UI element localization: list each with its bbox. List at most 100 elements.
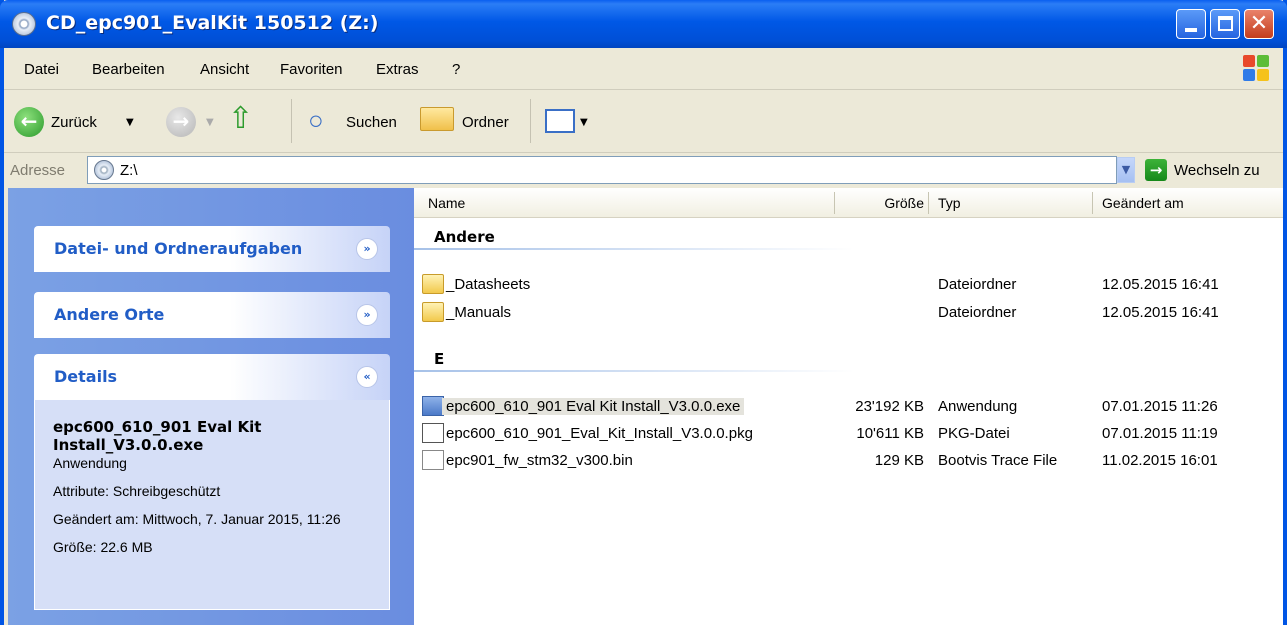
pkg-file-icon (422, 423, 444, 443)
menu-bar: Datei Bearbeiten Ansicht Favoriten Extra… (4, 48, 1283, 90)
file-list: Name Größe Typ Geändert am Andere _Datas… (414, 188, 1283, 625)
menu-datei[interactable]: Datei (24, 61, 59, 78)
back-button[interactable]: ← (14, 107, 44, 137)
views-dropdown-icon[interactable]: ▼ (580, 117, 588, 128)
item-date: 12.05.2015 16:41 (1102, 276, 1219, 293)
group-divider (414, 370, 854, 372)
menu-extras[interactable]: Extras (376, 61, 419, 78)
item-date: 07.01.2015 11:19 (1102, 425, 1218, 442)
forward-button[interactable]: → (166, 107, 196, 137)
menu-ansicht[interactable]: Ansicht (200, 61, 249, 78)
folders-icon[interactable] (420, 107, 454, 131)
column-separator[interactable] (928, 192, 929, 214)
group-header[interactable]: Andere (434, 228, 495, 246)
explorer-window: CD_epc901_EvalKit 150512 (Z:) ✕ Datei Be… (0, 0, 1287, 625)
group-divider (414, 248, 854, 250)
expand-chevron-icon[interactable]: » (356, 238, 378, 260)
item-date: 07.01.2015 11:26 (1102, 398, 1218, 415)
trace-file-icon (422, 450, 444, 470)
collapse-chevron-icon[interactable]: « (356, 366, 378, 388)
item-type: Dateiordner (938, 304, 1017, 321)
item-type: Anwendung (938, 398, 1018, 415)
up-folder-icon[interactable]: ⇧ (228, 101, 253, 136)
column-modified[interactable]: Geändert am (1102, 195, 1184, 211)
window-title: CD_epc901_EvalKit 150512 (Z:) (46, 12, 379, 34)
close-button[interactable]: ✕ (1244, 9, 1274, 39)
menu-bearbeiten[interactable]: Bearbeiten (92, 61, 165, 78)
go-arrow-icon[interactable]: → (1145, 159, 1167, 181)
panel-other-places[interactable]: Andere Orte » (34, 292, 390, 338)
maximize-icon (1218, 16, 1233, 31)
address-value: Z:\ (120, 162, 138, 179)
column-separator[interactable] (1092, 192, 1093, 214)
list-item[interactable]: _Manuals Dateiordner 12.05.2015 16:41 (414, 300, 1283, 326)
back-label[interactable]: Zurück (51, 114, 97, 131)
item-date: 12.05.2015 16:41 (1102, 304, 1219, 321)
item-type: PKG-Datei (938, 425, 1010, 442)
column-separator[interactable] (834, 192, 835, 214)
address-label: Adresse (10, 162, 66, 179)
forward-arrow-icon: → (172, 109, 190, 133)
list-item[interactable]: _Datasheets Dateiordner 12.05.2015 16:41 (414, 272, 1283, 298)
list-item[interactable]: epc600_610_901_Eval_Kit_Install_V3.0.0.p… (414, 421, 1283, 447)
windows-logo-icon (1243, 55, 1271, 83)
maximize-button[interactable] (1210, 9, 1240, 39)
list-item[interactable]: epc901_fw_stm32_v300.bin 129 KB Bootvis … (414, 448, 1283, 474)
column-size[interactable]: Größe (874, 195, 924, 211)
group-header[interactable]: E (434, 350, 444, 368)
go-button[interactable]: Wechseln zu (1174, 162, 1260, 179)
folder-icon (422, 302, 444, 322)
panel-file-folder-tasks[interactable]: Datei- und Ordneraufgaben » (34, 226, 390, 272)
item-name: _Manuals (446, 304, 512, 321)
menu-favoriten[interactable]: Favoriten (280, 61, 343, 78)
panel-title[interactable]: Datei- und Ordneraufgaben (54, 239, 302, 258)
item-size: 10'611 KB (856, 425, 924, 442)
panel-title[interactable]: Details (54, 367, 117, 386)
item-size: 129 KB (874, 452, 924, 469)
back-arrow-icon: ← (20, 109, 38, 133)
task-pane: Datei- und Ordneraufgaben» Andere Orte» … (8, 188, 414, 625)
toolbar: ← Zurück ▼ → ▼ ⇧ ○ Suchen Ordner ▼ (4, 91, 1283, 153)
details-attributes: Attribute: Schreibgeschützt (53, 483, 221, 499)
close-icon: ✕ (1249, 11, 1269, 36)
details-modified: Geändert am: Mittwoch, 7. Januar 2015, 1… (53, 511, 341, 527)
column-name[interactable]: Name (428, 195, 465, 211)
address-bar: Adresse Z:\ ▼ → Wechseln zu (4, 153, 1283, 187)
item-date: 11.02.2015 16:01 (1102, 452, 1218, 469)
item-name: _Datasheets (446, 276, 531, 293)
details-body: epc600_610_901 Eval Kit Install_V3.0.0.e… (34, 400, 390, 610)
details-size: Größe: 22.6 MB (53, 539, 153, 555)
column-type[interactable]: Typ (938, 195, 961, 211)
folders-label[interactable]: Ordner (462, 114, 509, 131)
minimize-button[interactable] (1176, 9, 1206, 39)
cd-drive-icon (12, 12, 36, 36)
toolbar-separator (291, 99, 292, 143)
search-icon[interactable]: ○ (308, 105, 324, 136)
menu-help[interactable]: ? (452, 61, 460, 78)
address-dropdown-button[interactable]: ▼ (1117, 157, 1135, 183)
panel-details[interactable]: Details « epc600_610_901 Eval Kit Install… (34, 354, 390, 610)
address-input[interactable]: Z:\ (87, 156, 1117, 184)
list-item[interactable]: epc600_610_901 Eval Kit Install_V3.0.0.e… (414, 394, 1283, 420)
item-name: epc901_fw_stm32_v300.bin (446, 452, 633, 469)
views-icon[interactable] (545, 109, 575, 133)
search-label[interactable]: Suchen (346, 114, 397, 131)
title-bar[interactable]: CD_epc901_EvalKit 150512 (Z:) ✕ (0, 0, 1287, 48)
item-type: Bootvis Trace File (938, 452, 1058, 469)
forward-dropdown-icon[interactable]: ▼ (206, 117, 214, 128)
cd-drive-icon (94, 160, 114, 180)
column-header: Name Größe Typ Geändert am (414, 188, 1283, 218)
application-icon (422, 396, 444, 416)
minimize-icon (1185, 28, 1197, 32)
details-type: Anwendung (53, 455, 127, 471)
item-name: epc600_610_901_Eval_Kit_Install_V3.0.0.p… (446, 425, 753, 442)
item-name: epc600_610_901 Eval Kit Install_V3.0.0.e… (442, 398, 745, 415)
folder-icon (422, 274, 444, 294)
item-size: 23'192 KB (855, 398, 924, 415)
details-filename: epc600_610_901 Eval Kit Install_V3.0.0.e… (53, 418, 262, 454)
expand-chevron-icon[interactable]: » (356, 304, 378, 326)
back-dropdown-icon[interactable]: ▼ (126, 117, 134, 128)
toolbar-separator (530, 99, 531, 143)
panel-title[interactable]: Andere Orte (54, 305, 164, 324)
item-type: Dateiordner (938, 276, 1017, 293)
